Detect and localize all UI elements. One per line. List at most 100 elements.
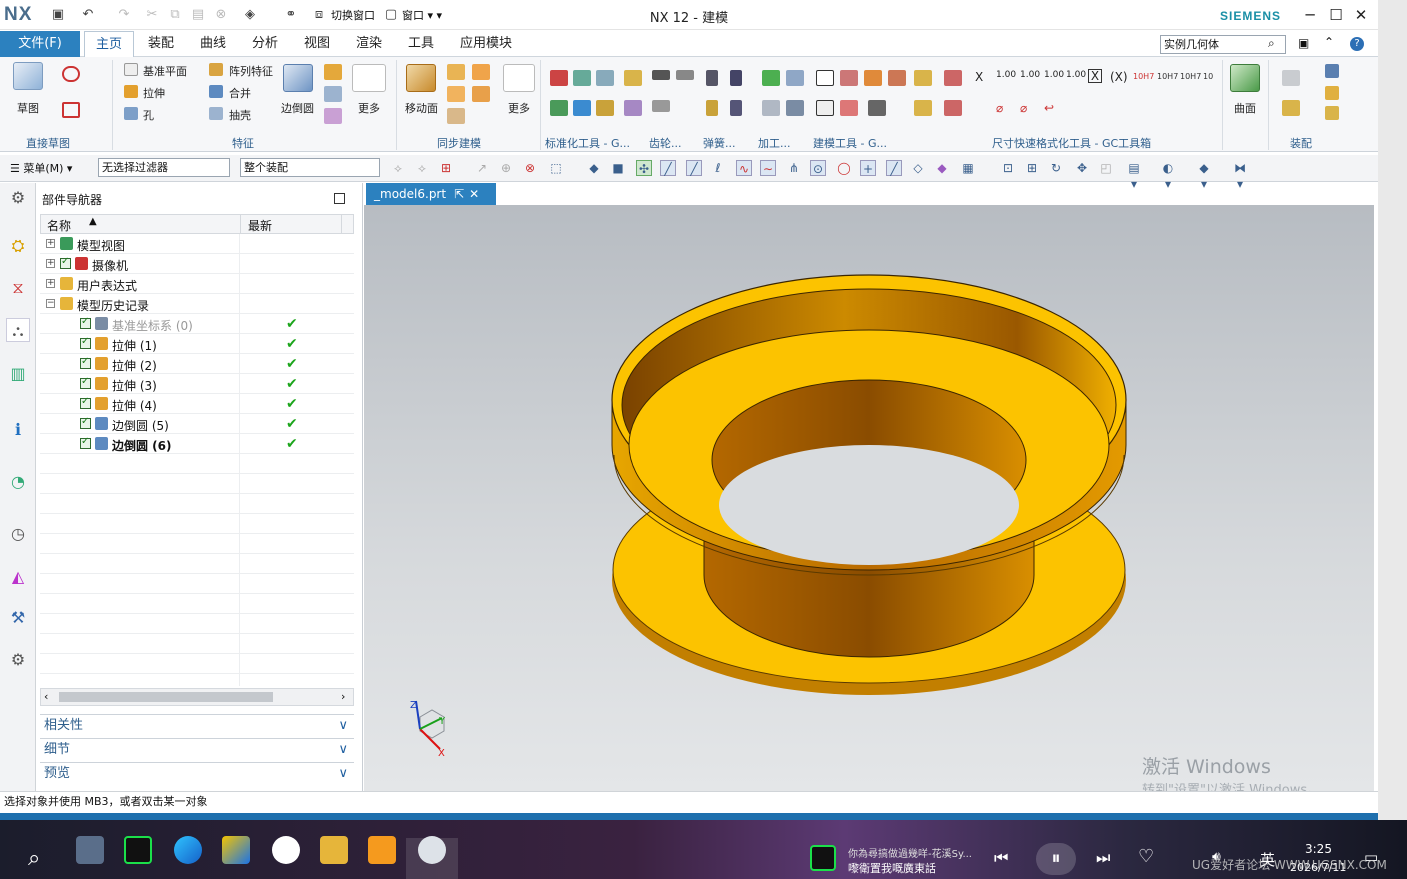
gc-icon-2[interactable]: [914, 100, 932, 116]
edge-browser-icon[interactable]: [174, 836, 202, 864]
more-sync-icon[interactable]: [503, 64, 535, 92]
tab-home[interactable]: 主页: [84, 31, 134, 57]
model-view[interactable]: Z Y X: [364, 205, 1374, 791]
web-browser-icon[interactable]: ◔: [6, 470, 30, 494]
system-materials-icon[interactable]: ◭: [6, 565, 30, 589]
taskbar-app-1-icon[interactable]: [76, 836, 104, 864]
pattern-feature-icon[interactable]: [209, 63, 223, 76]
sync-icon-1[interactable]: [447, 64, 465, 80]
shell-icon[interactable]: [209, 107, 223, 120]
assembly-icon-3[interactable]: [1325, 64, 1339, 78]
collapse-ribbon-icon[interactable]: ⌃: [1324, 35, 1334, 49]
curve-point-icon[interactable]: ∼: [760, 160, 776, 176]
media-player-icon[interactable]: [368, 836, 396, 864]
sync-icon-3[interactable]: [447, 86, 465, 102]
select-region-icon[interactable]: ⬚: [548, 160, 564, 176]
control-point-icon[interactable]: ℓ: [710, 160, 726, 176]
spring-icon-3[interactable]: [706, 100, 718, 116]
machining-icon-1[interactable]: [762, 70, 780, 86]
column-latest[interactable]: 最新: [248, 217, 272, 234]
nx-app-icon[interactable]: [418, 836, 446, 864]
minimize-button[interactable]: ─: [1298, 5, 1322, 25]
modeling-tool-icon-1[interactable]: [816, 70, 834, 86]
graphics-window[interactable]: Z Y X: [364, 205, 1374, 791]
dim-dia-icon-1[interactable]: ⌀: [996, 101, 1003, 115]
feature-extra-icon-2[interactable]: [324, 86, 342, 102]
fit-view-icon[interactable]: ⊡: [1000, 160, 1016, 176]
grid-icon[interactable]: ▦: [960, 160, 976, 176]
close-tab-icon[interactable]: ✕: [469, 187, 479, 201]
datum-plane-button[interactable]: 基准平面: [143, 63, 187, 79]
hd3d-icon[interactable]: ℹ: [6, 418, 30, 442]
snap-icon-2[interactable]: ⟡: [414, 160, 430, 176]
constraint-navigator-icon[interactable]: ⧖: [6, 276, 30, 300]
horizontal-scrollbar[interactable]: ‹ ›: [40, 688, 354, 706]
assembly-navigator-icon[interactable]: ⛭: [6, 234, 30, 258]
move-face-button[interactable]: 移动面: [405, 100, 438, 116]
surface-button[interactable]: 曲面: [1234, 100, 1256, 116]
visibility-checkbox[interactable]: [80, 316, 91, 329]
pattern-feature-button[interactable]: 阵列特征: [229, 63, 273, 79]
dependencies-panel[interactable]: 相关性 ∨: [40, 714, 354, 736]
std-tool-icon-5[interactable]: [573, 100, 591, 116]
unite-button[interactable]: 合并: [229, 85, 251, 101]
tree-row[interactable]: 拉伸 (4) ✔: [40, 394, 354, 414]
taskbar-music-icon[interactable]: [124, 836, 152, 864]
tree-row[interactable]: + 模型视图: [40, 234, 354, 254]
edge-blend-icon[interactable]: [283, 64, 313, 92]
modeling-tool-icon-2[interactable]: [840, 70, 858, 86]
render-mode-icon[interactable]: ◐ ▾: [1160, 160, 1176, 191]
tree-row[interactable]: 边倒圆 (6) ✔: [40, 434, 354, 454]
face-select-icon[interactable]: ◆: [586, 160, 602, 176]
sync-icon-2[interactable]: [472, 64, 490, 80]
snap-icon-5[interactable]: ⊕: [498, 160, 514, 176]
reuse-library-icon[interactable]: ▥: [6, 362, 30, 386]
visibility-checkbox[interactable]: [80, 376, 91, 389]
history-icon[interactable]: ◷: [6, 522, 30, 546]
more-features-button[interactable]: 更多: [358, 100, 380, 116]
modeling-tool-icon-7[interactable]: [868, 100, 886, 116]
dim-group-label[interactable]: 尺寸快速格式化工具 - GC工具箱: [992, 135, 1151, 151]
tree-row[interactable]: 边倒圆 (5) ✔: [40, 414, 354, 434]
rectangle-icon[interactable]: [62, 102, 80, 118]
dim-paren-x-icon[interactable]: (X): [1110, 70, 1128, 84]
std-tool-icon-8[interactable]: [624, 100, 642, 116]
visibility-checkbox[interactable]: [80, 356, 91, 369]
arc-center-icon[interactable]: ⋔: [786, 160, 802, 176]
tree-row[interactable]: + 用户表达式: [40, 274, 354, 294]
tab-assembly[interactable]: 装配: [138, 31, 184, 57]
shell-button[interactable]: 抽壳: [229, 107, 251, 123]
spring-icon-2[interactable]: [730, 70, 742, 86]
popout-icon[interactable]: ⇱: [454, 187, 464, 201]
pause-icon[interactable]: ⏸: [1036, 843, 1076, 875]
part-navigator-icon[interactable]: ⛬: [6, 318, 30, 342]
spring-icon-4[interactable]: [730, 100, 742, 116]
collapse-icon[interactable]: −: [46, 299, 55, 308]
display-icon[interactable]: ◆ ▾: [1196, 160, 1212, 191]
file-menu-tab[interactable]: 文件(F): [0, 31, 80, 57]
dim-fit-icon-2[interactable]: 10H7: [1157, 72, 1178, 81]
modeling-tool-icon-3[interactable]: [864, 70, 882, 86]
extrude-button[interactable]: 拉伸: [143, 85, 165, 101]
visibility-checkbox[interactable]: [80, 336, 91, 349]
std-tool-icon-1[interactable]: [550, 70, 568, 86]
dim-icon-1[interactable]: [944, 70, 962, 86]
assembly-icon-4[interactable]: [1325, 86, 1339, 100]
roles-icon[interactable]: ⚙: [6, 648, 30, 672]
section-icon[interactable]: ⧓ ▾: [1232, 160, 1248, 191]
snap-icon-4[interactable]: ↗: [474, 160, 490, 176]
std-tools-group-label[interactable]: 标准化工具 - G...: [545, 135, 630, 151]
column-name[interactable]: 名称: [47, 217, 71, 234]
dim-box-x-icon[interactable]: X: [1088, 69, 1102, 83]
circle-center-icon[interactable]: ⊙: [810, 160, 826, 176]
tree-row[interactable]: 拉伸 (1) ✔: [40, 334, 354, 354]
expand-icon[interactable]: +: [46, 239, 55, 248]
perspective-icon[interactable]: ◰: [1098, 160, 1114, 176]
tab-analysis[interactable]: 分析: [242, 31, 288, 57]
dim-icon-2[interactable]: [944, 100, 962, 116]
scrollbar-thumb[interactable]: [59, 692, 273, 702]
dim-fit-icon-1[interactable]: 10H7: [1133, 72, 1154, 81]
close-button[interactable]: ✕: [1349, 5, 1373, 25]
dim-fit-icon-3[interactable]: 10H7: [1180, 72, 1201, 81]
modeling-tool-icon-4[interactable]: [888, 70, 906, 86]
